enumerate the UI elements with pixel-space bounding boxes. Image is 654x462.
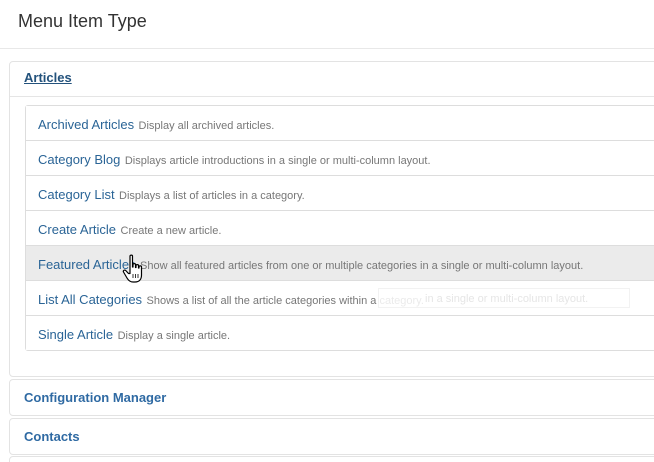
list-item[interactable]: Category Blog Displays article introduct…	[26, 140, 654, 175]
list-item[interactable]: Create Article Create a new article.	[26, 210, 654, 245]
menu-item-list: Archived Articles Display all archived a…	[25, 105, 654, 351]
item-title[interactable]: List All Categories	[38, 292, 142, 307]
item-line: List All Categories Shows a list of all …	[38, 291, 424, 309]
accordion-group-contacts: Contacts	[9, 418, 654, 455]
list-item[interactable]: Archived Articles Display all archived a…	[26, 106, 654, 140]
item-title[interactable]: Featured Articles	[38, 257, 136, 272]
menu-item-type-modal: Menu Item Type Articles Archived Article…	[0, 0, 654, 462]
item-title[interactable]: Archived Articles	[38, 117, 134, 132]
item-description: Create a new article.	[120, 225, 222, 237]
item-line: Featured Articles Show all featured arti…	[38, 256, 583, 274]
list-item[interactable]: Single Article Display a single article.	[26, 315, 654, 350]
item-description: Display all archived articles.	[138, 120, 275, 132]
item-description: Displays article introductions in a sing…	[124, 155, 431, 167]
modal-title: Menu Item Type	[18, 11, 147, 31]
accordion-toggle-contacts[interactable]: Contacts	[24, 429, 80, 444]
item-title[interactable]: Category Blog	[38, 152, 120, 167]
item-line: Category Blog Displays article introduct…	[38, 151, 431, 169]
accordion-heading-articles: Articles	[10, 62, 654, 97]
item-line: Category List Displays a list of article…	[38, 186, 305, 204]
item-title[interactable]: Single Article	[38, 327, 113, 342]
accordion-group-next	[9, 456, 654, 462]
item-title[interactable]: Category List	[38, 187, 115, 202]
item-title[interactable]: Create Article	[38, 222, 116, 237]
list-item[interactable]: Category List Displays a list of article…	[26, 175, 654, 210]
accordion-heading-contacts: Contacts	[10, 419, 654, 453]
accordion-heading-configuration-manager: Configuration Manager	[10, 380, 654, 414]
accordion-group-configuration-manager: Configuration Manager	[9, 379, 654, 416]
list-item-hovered[interactable]: Featured Articles Show all featured arti…	[26, 245, 654, 280]
item-description: Display a single article.	[117, 330, 231, 342]
item-description: Displays a list of articles in a categor…	[119, 190, 305, 202]
accordion-toggle-configuration-manager[interactable]: Configuration Manager	[24, 390, 166, 405]
item-line: Create Article Create a new article.	[38, 221, 221, 239]
accordion-group-articles: Articles Archived Articles Display all a…	[9, 61, 654, 377]
item-description: Show all featured articles from one or m…	[140, 260, 584, 272]
item-line: Archived Articles Display all archived a…	[38, 116, 274, 134]
tooltip-ghost: in a single or multi-column layout.	[378, 288, 630, 308]
accordion-toggle-articles[interactable]: Articles	[24, 70, 72, 85]
modal-header: Menu Item Type	[0, 0, 654, 49]
item-line: Single Article Display a single article.	[38, 326, 230, 344]
